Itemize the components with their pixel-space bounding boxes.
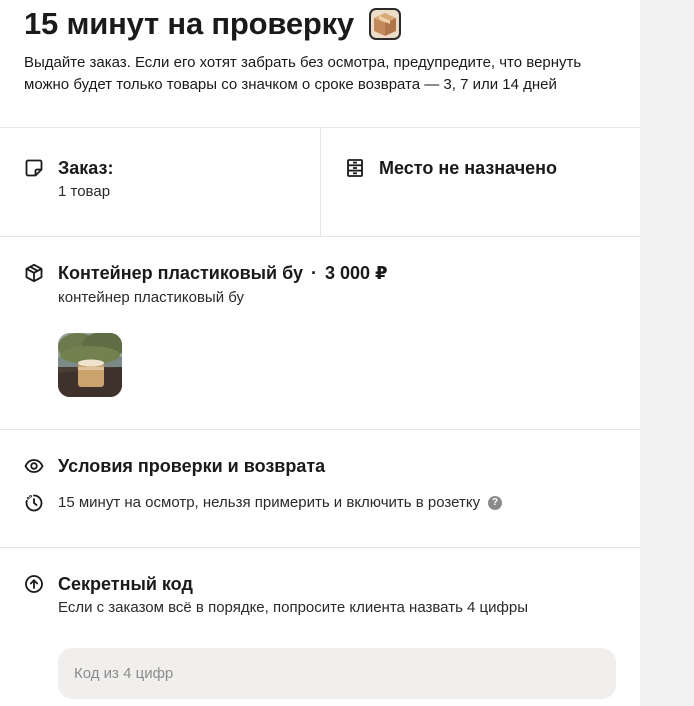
eye-icon <box>24 459 44 473</box>
page-subtitle: Выдайте заказ. Если его хотят забрать бе… <box>24 52 624 96</box>
secret-section-title: Секретный код <box>24 572 193 596</box>
place-section-title: Место не назначено <box>345 156 557 180</box>
timer-icon <box>25 494 43 512</box>
main-panel: 15 минут на проверку Выдайте заказ. Если… <box>0 0 640 706</box>
help-icon[interactable]: ? <box>488 496 503 510</box>
conditions-text: 15 минут на осмотр, нельзя примерить и в… <box>58 494 481 511</box>
item-section-title: Контейнер пластиковый бу · 3 000 ₽ <box>24 261 388 285</box>
sticky-note-icon <box>25 159 43 177</box>
package-icon <box>25 263 43 283</box>
vertical-divider <box>320 128 321 236</box>
order-title: Заказ: <box>58 158 114 178</box>
shelf-icon <box>347 159 363 177</box>
item-description: контейнер пластиковый бу <box>58 289 245 306</box>
item-separator: · <box>311 263 317 283</box>
conditions-section-title: Условия проверки и возврата <box>24 454 325 478</box>
secret-text: Если с заказом всё в порядке, попросите … <box>58 599 528 616</box>
divider <box>0 429 640 430</box>
divider <box>0 236 640 237</box>
item-photo-image <box>58 333 122 397</box>
header: 15 минут на проверку Выдайте заказ. Если… <box>24 4 624 96</box>
secret-code-input[interactable] <box>58 648 616 699</box>
order-section-title: Заказ: <box>24 156 113 180</box>
conditions-line: 15 минут на осмотр, нельзя примерить и в… <box>24 493 503 513</box>
order-count: 1 товар <box>58 183 111 200</box>
arrow-up-circle-icon <box>25 575 43 593</box>
subtitle-line-1: Выдайте заказ. Если его хотят забрать бе… <box>24 54 582 71</box>
page-title: 15 минут на проверку <box>24 4 624 44</box>
subtitle-line-2: можно будет только товары со значком о с… <box>24 76 557 93</box>
item-price: 3 000 ₽ <box>325 263 388 283</box>
secret-title: Секретный код <box>58 574 193 594</box>
cardboard-box-icon <box>368 8 401 40</box>
item-name[interactable]: Контейнер пластиковый бу <box>58 261 303 285</box>
item-photo[interactable] <box>58 333 122 397</box>
place-title: Место не назначено <box>379 158 558 178</box>
page-title-text: 15 минут на проверку <box>24 6 354 41</box>
divider <box>0 547 640 548</box>
conditions-title: Условия проверки и возврата <box>58 456 326 476</box>
